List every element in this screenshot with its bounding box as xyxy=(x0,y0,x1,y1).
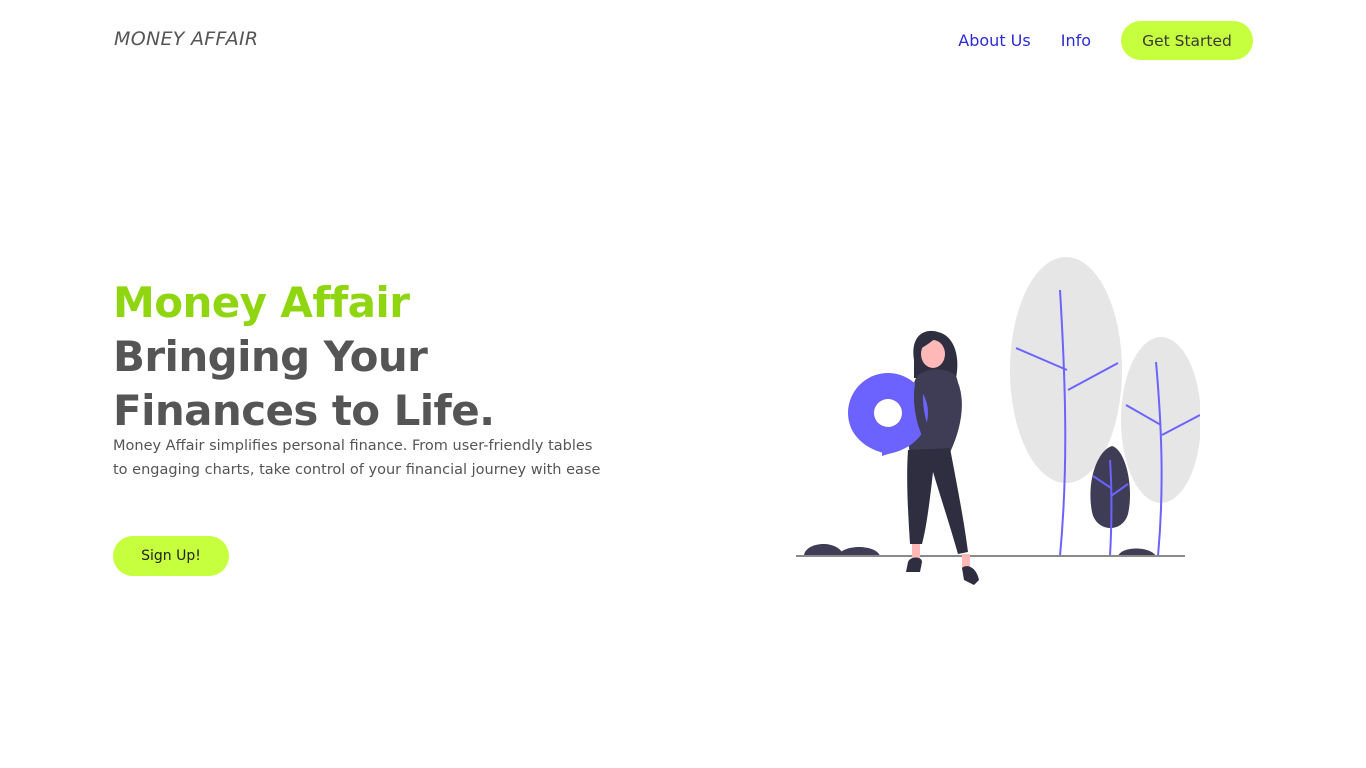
top-nav: About Us Info Get Started xyxy=(958,21,1253,60)
rock-icon xyxy=(804,543,844,556)
nav-info-link[interactable]: Info xyxy=(1061,31,1091,50)
hero-description: Money Affair simplifies personal finance… xyxy=(113,438,601,478)
woman-figure-icon xyxy=(848,330,979,585)
rock-icon xyxy=(838,547,880,556)
hero-title: Money Affair Bringing Your Finances to L… xyxy=(113,276,495,438)
small-tree-icon xyxy=(1121,337,1200,557)
hero-title-line-2: Finances to Life. xyxy=(113,386,495,435)
nav-about-us-link[interactable]: About Us xyxy=(958,31,1030,50)
hero-title-line-1: Bringing Your xyxy=(113,332,428,381)
hero-brand: Money Affair xyxy=(113,278,410,327)
rock-icon xyxy=(1118,548,1156,556)
hero-illustration xyxy=(796,257,1200,585)
landing-page: MONEY AFFAIR About Us Info Get Started M… xyxy=(0,0,1366,768)
sign-up-button[interactable]: Sign Up! xyxy=(113,536,229,576)
get-started-button[interactable]: Get Started xyxy=(1121,21,1253,60)
logo[interactable]: MONEY AFFAIR xyxy=(114,28,258,50)
